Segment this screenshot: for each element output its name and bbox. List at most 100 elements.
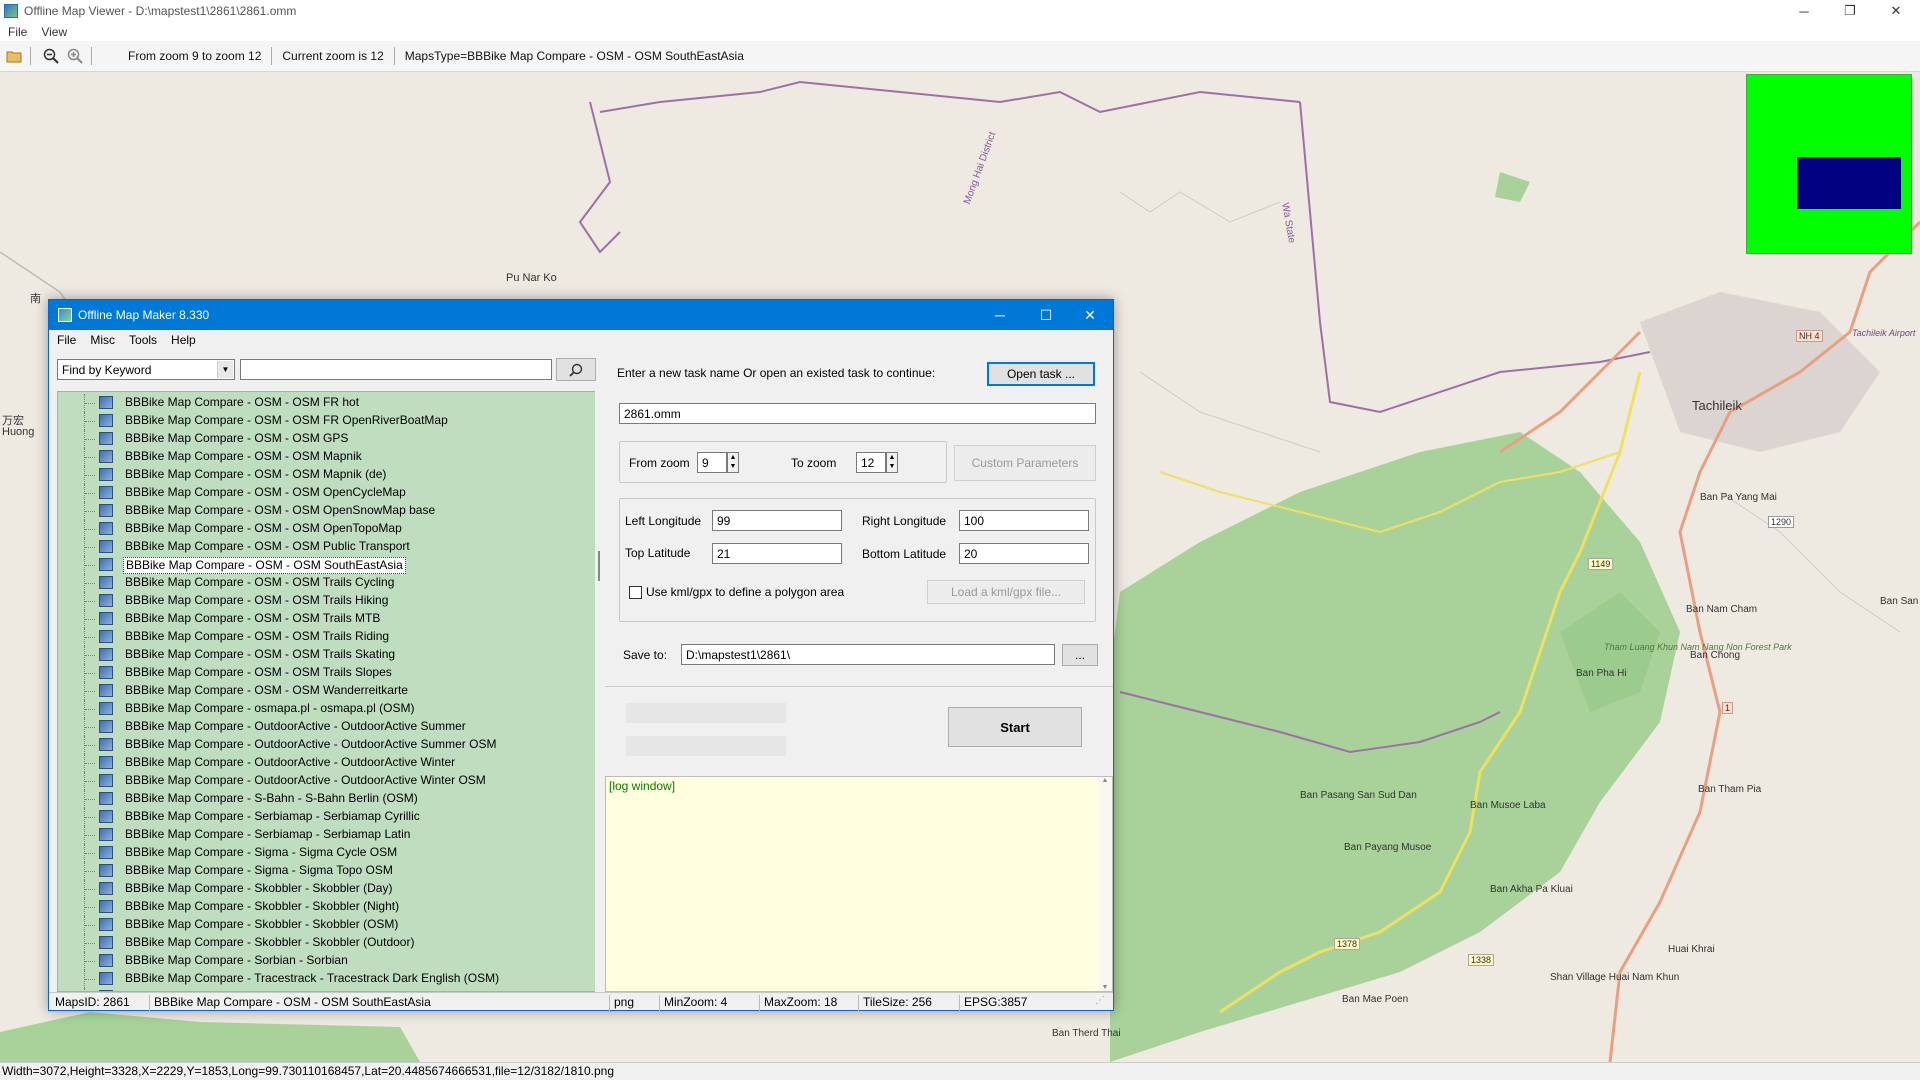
status-tile-size: TileSize: 256 [863,995,932,1009]
map-tile-icon [99,702,113,715]
minimize-button[interactable]: ─ [1784,0,1824,22]
to-zoom-label: To zoom [791,456,837,470]
tree-item[interactable]: BBBike Map Compare - OSM - OSM Mapnik (d… [58,466,596,484]
tree-item[interactable]: BBBike Map Compare - osmapa.pl - osmapa.… [58,700,596,718]
tree-item[interactable]: BBBike Map Compare - Skobbler - Skobbler… [58,934,596,952]
tree-guide-line [85,655,95,656]
menu-view[interactable]: View [41,25,67,39]
save-path-input[interactable]: D:\mapstest1\2861\ [681,644,1055,665]
tree-scrollbar-thumb[interactable] [598,551,606,581]
map-label: Ban Pasang San Sud Dan [1300,790,1417,801]
tree-item[interactable]: BBBike Map Compare - OSM - OSM OpenSnowM… [58,502,596,520]
search-mode-select[interactable]: Find by Keyword ▼ [57,359,235,380]
zoom-out-icon[interactable] [41,46,61,66]
start-button[interactable]: Start [948,707,1082,747]
tree-item[interactable]: BBBike Map Compare - OSM - OSM Trails Ri… [58,628,596,646]
tree-item[interactable]: BBBike Map Compare - OSM - OSM Mapnik [58,448,596,466]
minor-road [1119,191,1281,223]
tree-item[interactable]: BBBike Map Compare - Serbiamap - Serbiam… [58,826,596,844]
restore-button[interactable]: ❐ [1830,0,1870,22]
menu-file[interactable]: File [8,25,27,39]
browse-folder-button[interactable]: ... [1062,644,1098,666]
tree-item[interactable]: BBBike Map Compare - OSM - OSM Public Tr… [58,538,596,556]
resize-grip-icon[interactable]: ⋰ [1095,995,1105,1006]
tree-item[interactable]: BBBike Map Compare - S-Bahn - S-Bahn Ber… [58,790,596,808]
scroll-up-icon[interactable]: ▲ [1098,777,1112,784]
tree-item[interactable]: BBBike Map Compare - Skobbler - Skobbler… [58,916,596,934]
tree-item[interactable]: BBBike Map Compare - Tracestrack - Trace… [58,970,596,988]
tree-guide-line [85,529,95,530]
tree-item[interactable]: BBBike Map Compare - OSM - OSM FR OpenRi… [58,412,596,430]
from-zoom-input[interactable]: 9 [697,452,727,473]
map-tile-icon [99,810,113,823]
map-tile-icon [99,900,113,913]
status-format: png [614,995,635,1009]
overview-viewport[interactable] [1797,157,1901,209]
tree-item[interactable]: BBBike Map Compare - OSM - OSM Trails Cy… [58,574,596,592]
dialog-menu-tools[interactable]: Tools [129,333,157,347]
log-window[interactable]: [log window] ▲ ▼ [605,776,1113,992]
tree-item-label: BBBike Map Compare - Skobbler - Skobbler… [125,917,399,931]
right-longitude-input[interactable]: 100 [959,510,1089,531]
tree-item[interactable]: BBBike Map Compare - OutdoorActive - Out… [58,772,596,790]
tree-item[interactable]: BBBike Map Compare - OutdoorActive - Out… [58,754,596,772]
map-type-tree[interactable]: BBBike Map Compare - OSM - OSM FR hot BBB… [57,391,597,992]
tree-item[interactable]: BBBike Map Compare - OSM - OSM FR hot [58,394,596,412]
map-label: Tham Luang Khun Nam Nang Non Forest Park [1604,642,1792,652]
from-zoom-stepper[interactable]: ▲ ▼ [727,452,739,473]
tree-item[interactable]: BBBike Map Compare - OutdoorActive - Out… [58,736,596,754]
open-folder-icon[interactable] [4,46,24,66]
tree-guide-line [85,709,95,710]
open-task-button[interactable]: Open task ... [987,362,1095,386]
to-zoom-input[interactable]: 12 [856,452,886,473]
log-scrollbar[interactable]: ▲ ▼ [1098,777,1112,991]
dialog-menu-misc[interactable]: Misc [90,333,115,347]
map-tile-icon [99,648,113,661]
top-latitude-input[interactable]: 21 [712,543,842,564]
custom-parameters-button[interactable]: Custom Parameters [954,445,1096,481]
tree-item[interactable]: BBBike Map Compare - OSM - OSM OpenTopoM… [58,520,596,538]
tree-item[interactable]: BBBike Map Compare - OSM - OSM Trails Sl… [58,664,596,682]
tree-item[interactable]: BBBike Map Compare - OSM - OSM Wanderrei… [58,682,596,700]
dialog-menu-help[interactable]: Help [171,333,196,347]
overview-minimap[interactable] [1746,74,1912,254]
dialog-menu-file[interactable]: File [57,333,76,347]
kml-polygon-checkbox[interactable] [629,586,642,599]
tree-item[interactable]: BBBike Map Compare - OutdoorActive - Out… [58,718,596,736]
bottom-latitude-input[interactable]: 20 [959,543,1089,564]
tree-item[interactable]: BBBike Map Compare - OSM - OSM GPS [58,430,596,448]
search-input[interactable] [240,359,552,380]
dialog-maximize-button[interactable]: ☐ [1023,300,1069,330]
tree-item[interactable]: BBBike Map Compare - Skobbler - Skobbler… [58,880,596,898]
tree-item-label: BBBike Map Compare - OSM - OSM FR hot [125,395,360,409]
tree-guide-line [85,835,95,836]
task-name-input[interactable]: 2861.omm [619,403,1096,424]
tree-item[interactable]: BBBike Map Compare - OSM - OSM OpenCycle… [58,484,596,502]
current-zoom-text: Current zoom is 12 [282,49,384,63]
close-button[interactable]: ✕ [1876,0,1916,22]
tree-item-label: BBBike Map Compare - OSM - OSM FR OpenRi… [125,413,448,427]
tree-item-label: BBBike Map Compare - OSM - OSM SouthEast… [123,557,406,574]
dialog-close-button[interactable]: ✕ [1067,300,1113,330]
dialog-minimize-button[interactable]: ─ [977,300,1023,330]
tree-item[interactable]: BBBike Map Compare - OSM - OSM Trails Hi… [58,592,596,610]
left-longitude-input[interactable]: 99 [712,510,842,531]
tree-item[interactable]: BBBike Map Compare - OSM - OSM Trails Sk… [58,646,596,664]
tree-item[interactable]: BBBike Map Compare - Sorbian - Sorbian [58,952,596,970]
tree-item[interactable]: BBBike Map Compare - OSM - OSM SouthEast… [58,556,596,574]
tree-item[interactable]: BBBike Map Compare - Sigma - Sigma Topo … [58,862,596,880]
scroll-down-icon[interactable]: ▼ [1098,984,1112,991]
tree-item[interactable]: BBBike Map Compare - OSM - OSM Trails MT… [58,610,596,628]
tree-item[interactable]: BBBike Map Compare - Serbiamap - Serbiam… [58,808,596,826]
map-tile-icon [99,864,113,877]
to-zoom-stepper[interactable]: ▲ ▼ [886,452,898,473]
search-button[interactable] [556,358,596,381]
map-label: Ban Payang Musoe [1344,842,1432,853]
tree-item-label: BBBike Map Compare - OSM - OSM OpenSnowM… [125,503,436,517]
tree-item-label: BBBike Map Compare - OSM - OSM Trails Cy… [125,575,395,589]
tree-item[interactable]: BBBike Map Compare - Sigma - Sigma Cycle… [58,844,596,862]
tree-item[interactable]: BBBike Map Compare - Skobbler - Skobbler… [58,898,596,916]
zoom-in-icon[interactable] [65,46,85,66]
load-kml-button[interactable]: Load a kml/gpx file... [927,580,1085,604]
tree-guide-line [85,871,95,872]
